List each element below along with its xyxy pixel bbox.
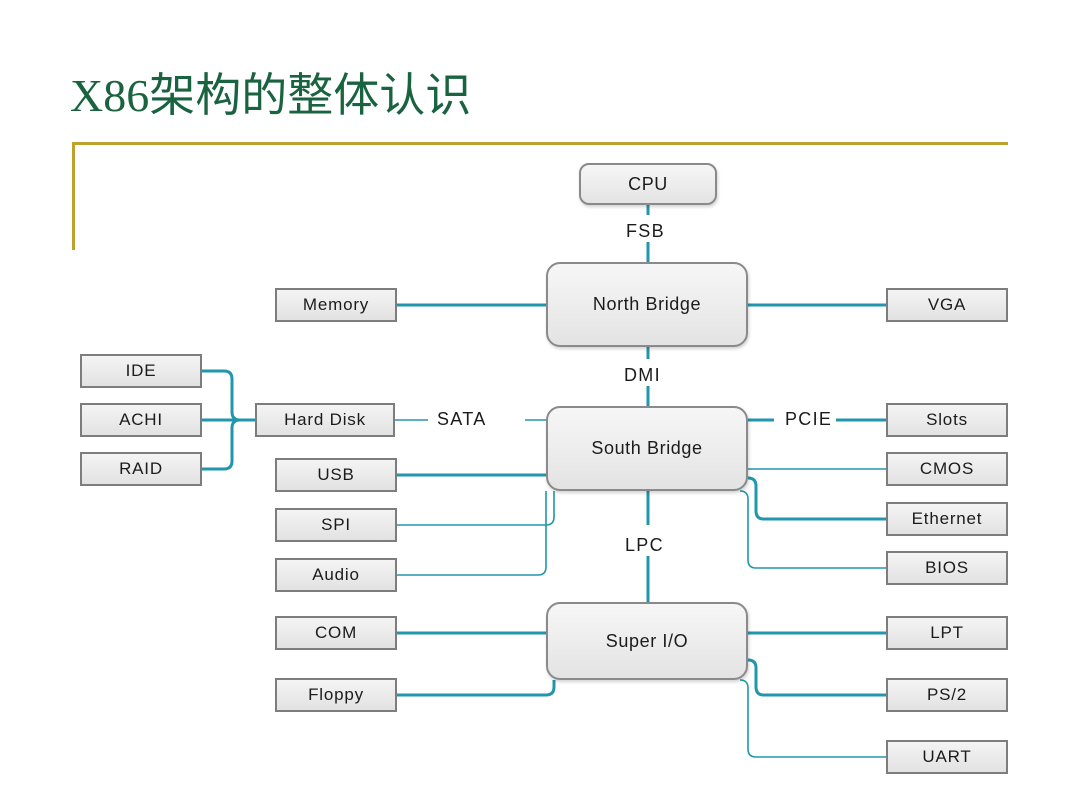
link-south-bridge-bios	[739, 490, 886, 569]
node-com[interactable]: COM	[275, 616, 397, 650]
node-raid[interactable]: RAID	[80, 452, 202, 486]
node-floppy[interactable]: Floppy	[275, 678, 397, 712]
node-vga-label: VGA	[927, 295, 967, 314]
node-slots-label: Slots	[926, 410, 968, 429]
node-ethernet-label: Ethernet	[911, 509, 983, 528]
node-hard-disk-label: Hard Disk	[284, 410, 366, 429]
link-floppy-super-io	[397, 680, 556, 697]
node-ethernet[interactable]: Ethernet	[886, 502, 1008, 536]
node-cpu-label: CPU	[628, 173, 668, 194]
node-spi-label: SPI	[321, 515, 351, 534]
node-memory[interactable]: Memory	[275, 288, 397, 322]
link-ide-harddisk	[202, 369, 255, 422]
bus-label-lpc: LPC	[621, 535, 668, 556]
node-audio[interactable]: Audio	[275, 558, 397, 592]
node-bios[interactable]: BIOS	[886, 551, 1008, 585]
node-ide[interactable]: IDE	[80, 354, 202, 388]
node-raid-label: RAID	[119, 459, 163, 478]
node-vga[interactable]: VGA	[886, 288, 1008, 322]
node-achi[interactable]: ACHI	[80, 403, 202, 437]
node-lpt[interactable]: LPT	[886, 616, 1008, 650]
node-north-bridge[interactable]: North Bridge	[546, 262, 748, 347]
node-spi[interactable]: SPI	[275, 508, 397, 542]
link-audio-south-bridge	[397, 491, 547, 576]
node-super-io[interactable]: Super I/O	[546, 602, 748, 680]
node-cpu[interactable]: CPU	[579, 163, 717, 205]
node-usb-label: USB	[317, 465, 355, 484]
node-hard-disk[interactable]: Hard Disk	[255, 403, 395, 437]
node-cmos-label: CMOS	[919, 459, 975, 478]
node-uart-label: UART	[922, 747, 972, 766]
link-south-bridge-ethernet	[747, 476, 886, 521]
link-raid-harddisk	[202, 418, 255, 471]
node-bios-label: BIOS	[925, 558, 969, 577]
link-spi-south-bridge	[397, 491, 555, 526]
node-memory-label: Memory	[302, 295, 370, 314]
node-ide-label: IDE	[125, 361, 157, 380]
bus-label-sata: SATA	[433, 409, 491, 430]
bus-label-fsb: FSB	[622, 221, 669, 242]
node-audio-label: Audio	[312, 565, 360, 584]
architecture-diagram: CPU North Bridge South Bridge Super I/O …	[0, 0, 1080, 810]
bus-label-dmi: DMI	[620, 365, 665, 386]
node-ps2[interactable]: PS/2	[886, 678, 1008, 712]
node-ps2-label: PS/2	[926, 685, 968, 704]
node-super-io-label: Super I/O	[605, 630, 689, 651]
node-floppy-label: Floppy	[308, 685, 364, 704]
bus-label-pcie: PCIE	[781, 409, 837, 430]
link-super-io-ps2	[747, 658, 886, 697]
link-super-io-uart	[739, 679, 886, 758]
node-north-bridge-label: North Bridge	[592, 294, 702, 314]
node-achi-label: ACHI	[119, 410, 163, 429]
node-south-bridge-label: South Bridge	[591, 438, 703, 458]
node-usb[interactable]: USB	[275, 458, 397, 492]
node-slots[interactable]: Slots	[886, 403, 1008, 437]
node-com-label: COM	[314, 623, 358, 642]
node-cmos[interactable]: CMOS	[886, 452, 1008, 486]
node-south-bridge[interactable]: South Bridge	[546, 406, 748, 491]
node-lpt-label: LPT	[930, 623, 964, 642]
node-uart[interactable]: UART	[886, 740, 1008, 774]
